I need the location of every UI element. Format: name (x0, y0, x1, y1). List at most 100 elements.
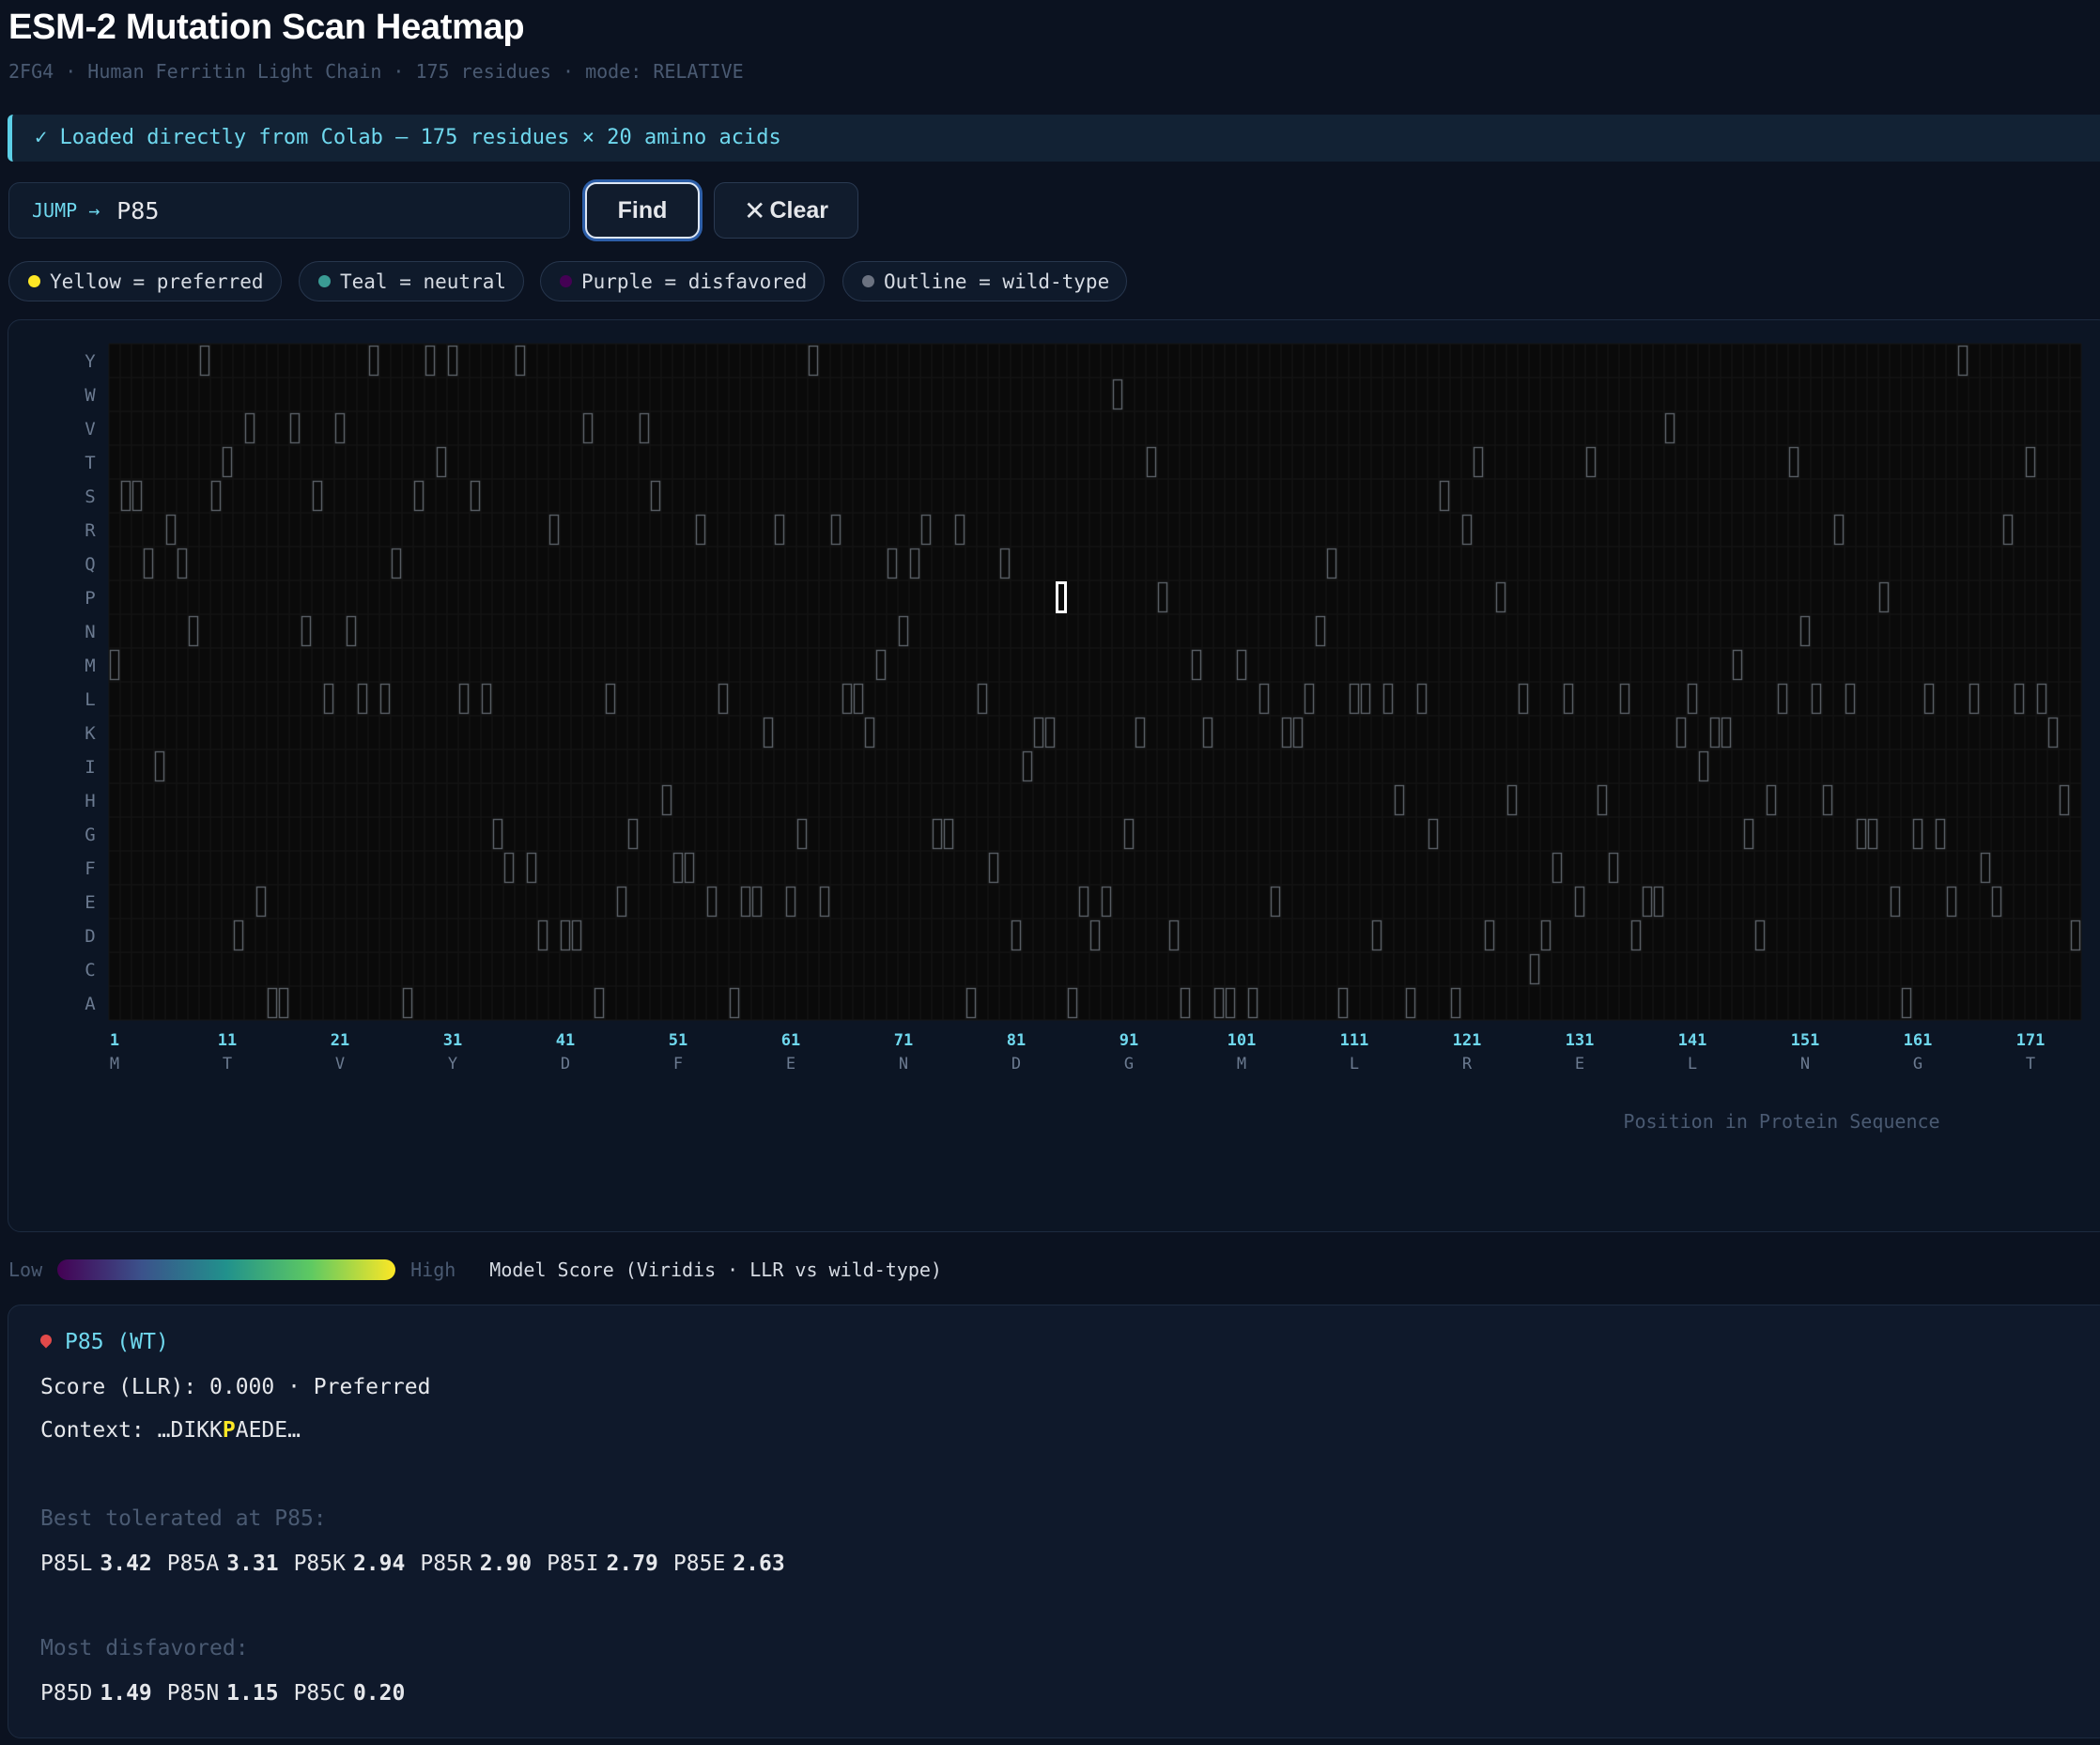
clear-button[interactable]: ✕ Clear (714, 182, 858, 239)
x-tick-position: 121 (1453, 1031, 1482, 1050)
purple-dot-icon (560, 275, 572, 287)
page-title: ESM-2 Mutation Scan Heatmap (8, 8, 525, 47)
detail-heading-text: P85 (WT) (65, 1330, 169, 1354)
x-tick-position: 171 (2016, 1031, 2046, 1050)
y-axis-label: Q (85, 554, 95, 575)
x-tick-position: 111 (1340, 1031, 1369, 1050)
x-tick-position: 41 (556, 1031, 575, 1050)
x-tick-position: 61 (781, 1031, 800, 1050)
x-tick-position: 151 (1791, 1031, 1820, 1050)
teal-dot-icon (318, 275, 331, 287)
x-tick-residue: F (673, 1055, 683, 1073)
x-tick-residue: L (1350, 1055, 1359, 1073)
x-tick-position: 11 (218, 1031, 237, 1050)
legend-preferred: Yellow = preferred (8, 261, 282, 301)
worst-score: 1.15 (226, 1681, 279, 1706)
page-subtitle: 2FG4 · Human Ferritin Light Chain · 175 … (8, 60, 744, 83)
context-residue: P (222, 1418, 236, 1443)
best-score: 3.31 (226, 1552, 279, 1576)
find-button[interactable]: Find (585, 182, 700, 239)
x-tick-residue: G (1124, 1055, 1134, 1073)
x-tick-position: 1 (110, 1031, 119, 1050)
y-axis-label: D (85, 926, 95, 947)
x-tick-residue: M (110, 1055, 119, 1073)
gray-dot-icon (862, 275, 874, 287)
best-score: 2.63 (733, 1552, 785, 1576)
most-disfavored-label: Most disfavored: (40, 1636, 249, 1660)
best-tolerated-list: P85L 3.42 P85A 3.31 P85K 2.94 P85R 2.90 P85I 2.79… (40, 1552, 800, 1576)
legend-preferred-label: Yellow = preferred (50, 270, 264, 293)
mutation-heatmap[interactable]: YWVTSRQPNMLKIHGFEDCA1M11T21V31Y41D51F61E… (8, 320, 2100, 1231)
y-axis-label: I (85, 757, 95, 778)
x-tick-residue: V (335, 1055, 345, 1073)
jump-label: JUMP → (32, 199, 100, 222)
best-mutation: P85K (293, 1552, 346, 1576)
x-tick-residue: T (2026, 1055, 2035, 1073)
y-axis-label: K (85, 723, 96, 744)
x-tick-residue: G (1913, 1055, 1922, 1073)
y-axis-label: Y (85, 351, 96, 372)
best-mutation: P85A (166, 1552, 220, 1576)
worst-score: 1.49 (100, 1681, 152, 1706)
legend-disfavored-label: Purple = disfavored (581, 270, 808, 293)
context-prefix: Context: …DIKK (40, 1418, 223, 1443)
x-axis-title: Position in Protein Sequence (1623, 1110, 1939, 1133)
jump-input[interactable]: JUMP → P85 (8, 182, 570, 239)
x-tick-position: 21 (331, 1031, 349, 1050)
y-axis-label: C (85, 960, 95, 981)
legend-disfavored: Purple = disfavored (540, 261, 826, 301)
best-score: 2.94 (352, 1552, 406, 1576)
y-axis-label: F (85, 858, 95, 879)
close-icon: ✕ (743, 195, 766, 225)
x-tick-position: 91 (1119, 1031, 1138, 1050)
heatmap-grid (108, 343, 2082, 1021)
best-mutation: P85E (672, 1552, 726, 1576)
best-score: 2.79 (606, 1552, 658, 1576)
best-mutation: P85L (40, 1552, 93, 1576)
jump-input-value[interactable]: P85 (116, 197, 159, 224)
x-tick-residue: N (899, 1055, 908, 1073)
x-tick-residue: L (1688, 1055, 1697, 1073)
best-mutation: P85I (547, 1552, 599, 1576)
y-axis-label: E (85, 892, 95, 913)
x-tick-residue: D (1011, 1055, 1021, 1073)
x-tick-residue: T (223, 1055, 232, 1073)
y-axis-label: R (85, 520, 96, 541)
x-tick-residue: E (1575, 1055, 1584, 1073)
y-axis-label: V (85, 419, 95, 440)
y-axis-label: N (85, 622, 95, 642)
x-tick-position: 141 (1678, 1031, 1707, 1050)
y-axis-label: G (85, 825, 95, 845)
colorbar-title: Model Score (Viridis · LLR vs wild-type) (489, 1259, 942, 1281)
y-axis-label: A (85, 994, 96, 1014)
detail-score: Score (LLR): 0.000 · Preferred (40, 1375, 431, 1399)
x-tick-position: 51 (669, 1031, 687, 1050)
most-disfavored-list: P85D 1.49 P85N 1.15 P85C 0.20 (40, 1681, 420, 1706)
legend-neutral: Teal = neutral (299, 261, 525, 301)
residue-detail-panel: P85 (WT) Score (LLR): 0.000 · Preferred … (8, 1305, 2100, 1738)
worst-mutation: P85C (293, 1681, 346, 1706)
colorbar-gradient (57, 1259, 396, 1280)
y-axis-label: H (85, 791, 95, 811)
x-tick-position: 101 (1228, 1031, 1257, 1050)
heatmap-panel: Y W V T S R Q P N M L K I H G F E D C A 1 M 11 T 21 V 31 Y 41 D 51 F 61 E… (8, 319, 2100, 1232)
best-score: 2.90 (479, 1552, 533, 1576)
y-axis-label: T (85, 453, 95, 473)
x-tick-residue: M (1237, 1055, 1246, 1073)
load-status-banner: ✓ Loaded directly from Colab — 175 resid… (8, 115, 2100, 162)
worst-score: 0.20 (352, 1681, 406, 1706)
context-suffix: AEDE… (235, 1418, 301, 1443)
colorbar-low-label: Low (8, 1259, 43, 1281)
legend-wild-type: Outline = wild-type (842, 261, 1128, 301)
clear-button-label: Clear (769, 196, 828, 224)
legend-neutral-label: Teal = neutral (340, 270, 507, 293)
worst-mutation: P85D (40, 1681, 93, 1706)
colorbar-high-label: High (410, 1259, 456, 1281)
detail-heading: P85 (WT) (38, 1330, 169, 1354)
x-tick-position: 31 (443, 1031, 462, 1050)
detail-context: Context: …DIKKPAEDE… (40, 1418, 301, 1443)
x-tick-residue: R (1462, 1055, 1473, 1073)
y-axis-label: M (85, 656, 95, 676)
x-tick-position: 71 (894, 1031, 913, 1050)
x-tick-position: 161 (1904, 1031, 1933, 1050)
